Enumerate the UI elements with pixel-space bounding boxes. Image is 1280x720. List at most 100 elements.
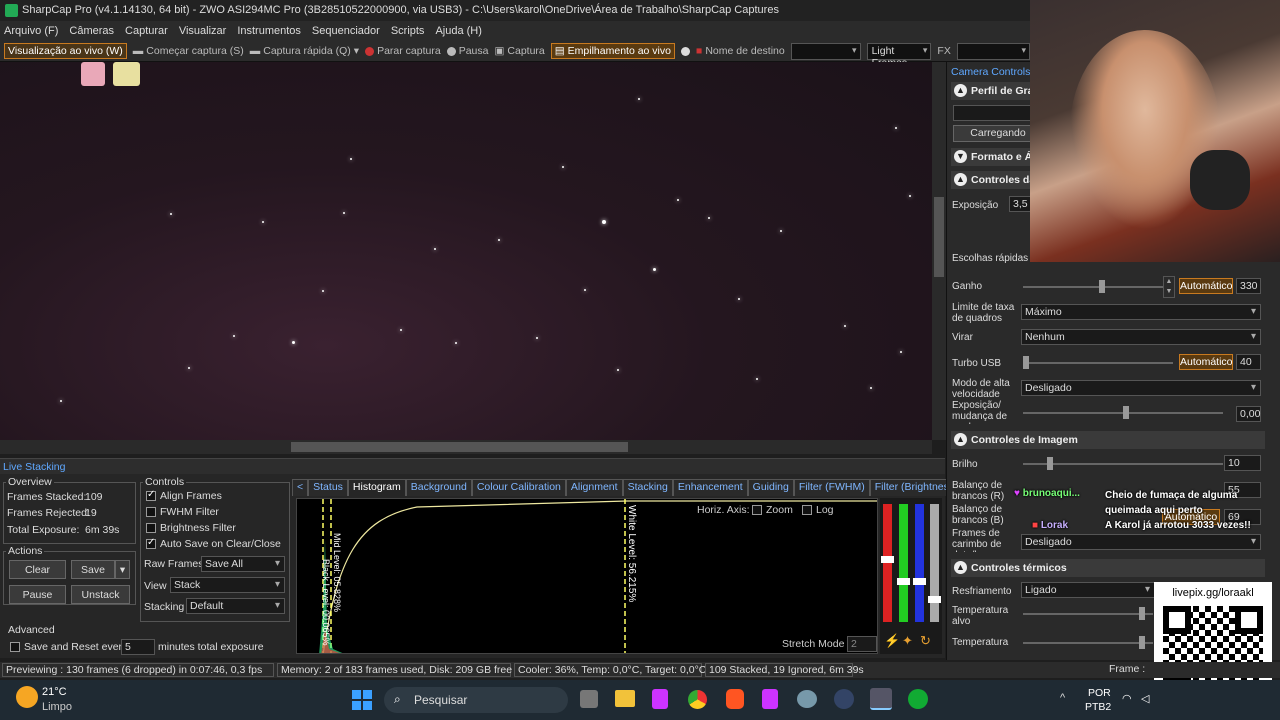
windows-start-icon[interactable] [352, 690, 372, 710]
reset-icon[interactable]: ↻ [920, 633, 931, 649]
histogram-chart[interactable]: Horiz. Axis: Zoom Log White Level: 56.21… [296, 498, 878, 654]
taskbar-search-box[interactable]: ⌕ Pesquisar [384, 687, 568, 713]
menu-sequencer[interactable]: Sequenciador [312, 25, 380, 37]
target-temp-slider[interactable] [1023, 607, 1153, 620]
high-speed-select[interactable]: Desligado [1021, 380, 1261, 396]
flip-select[interactable]: Nenhum [1021, 329, 1261, 345]
gain-value[interactable]: 330 [1236, 278, 1261, 294]
gain-stepper[interactable]: ▲ ▼ [1163, 276, 1175, 298]
save-reset-checkbox[interactable] [10, 642, 20, 653]
red-level-slider[interactable] [883, 504, 892, 622]
brightness-slider-knob[interactable] [1047, 457, 1053, 470]
target-temp-knob[interactable] [1139, 607, 1145, 620]
live-view-button[interactable]: Visualização ao vivo (W) [4, 43, 127, 59]
record-button[interactable] [680, 46, 690, 56]
green-level-slider[interactable] [899, 504, 908, 622]
tab-colour-calibration[interactable]: Colour Calibration [471, 479, 566, 496]
menu-view[interactable]: Visualizar [179, 25, 227, 37]
capture-button[interactable]: ▣ Captura [494, 45, 544, 57]
wifi-icon[interactable]: ◠ [1122, 692, 1132, 705]
stop-capture-button[interactable]: Parar captura [365, 45, 441, 57]
stacking-select[interactable]: Default [186, 598, 285, 614]
save-reset-minutes-input[interactable]: 5 [121, 639, 155, 655]
gain-slider-knob[interactable] [1099, 280, 1105, 293]
tab-enhancement[interactable]: Enhancement [672, 479, 748, 496]
log-checkbox[interactable] [802, 505, 812, 516]
tab-histogram[interactable]: Histogram [347, 479, 406, 496]
red-slider-handle[interactable] [881, 556, 894, 563]
task-view-icon[interactable] [580, 690, 598, 708]
preview-horizontal-scrollbar[interactable] [0, 440, 932, 454]
lightning-icon[interactable]: ⚡ [884, 633, 900, 649]
file-explorer-icon[interactable] [615, 690, 635, 707]
weather-temperature[interactable]: 21°C [42, 686, 67, 698]
menu-file[interactable]: Arquivo (F) [4, 25, 58, 37]
scrollbar-thumb[interactable] [291, 442, 628, 452]
app-icon[interactable] [762, 689, 778, 709]
weather-icon[interactable] [16, 686, 38, 708]
zoom-checkbox[interactable] [752, 505, 762, 516]
camera-preview-image[interactable] [0, 62, 932, 440]
clear-button[interactable]: Clear [9, 560, 66, 579]
chevron-down-icon[interactable]: ▾ [354, 45, 359, 57]
weather-condition[interactable]: Limpo [42, 701, 72, 713]
fx-select[interactable] [956, 42, 1031, 60]
menu-scripts[interactable]: Scripts [391, 25, 425, 37]
tab-filter-fwhm[interactable]: Filter (FWHM) [793, 479, 870, 496]
app-icon[interactable] [797, 690, 817, 708]
keyboard-layout[interactable]: PTB2 [1085, 701, 1111, 713]
tab-background[interactable]: Background [405, 479, 472, 496]
scrollbar-thumb[interactable] [934, 197, 944, 277]
tab-guiding[interactable]: Guiding [747, 479, 794, 496]
target-name-button[interactable]: ■ Nome de destino [696, 45, 785, 57]
timestamp-select[interactable]: Desligado [1021, 534, 1261, 550]
luminance-slider-handle[interactable] [928, 596, 941, 603]
gain-auto-button[interactable]: Automático [1179, 278, 1233, 294]
sharpcap-taskbar-icon[interactable] [870, 688, 892, 710]
menu-capture[interactable]: Capturar [125, 25, 168, 37]
preview-vertical-scrollbar[interactable] [932, 62, 946, 440]
volume-icon[interactable]: ◁ [1141, 692, 1149, 705]
menu-help[interactable]: Ajuda (H) [435, 25, 481, 37]
brightness-value[interactable]: 10 [1224, 455, 1261, 471]
start-capture-button[interactable]: ▬ Começar captura (S) [133, 45, 244, 57]
view-select[interactable]: Stack [170, 577, 285, 593]
tab-alignment[interactable]: Alignment [565, 479, 623, 496]
image-controls-section-header[interactable]: ▲ Controles de Imagem [951, 431, 1265, 449]
save-button[interactable]: Save [71, 560, 115, 579]
gain-slider[interactable] [1023, 280, 1163, 293]
menu-instruments[interactable]: Instrumentos [237, 25, 301, 37]
app-icon[interactable] [652, 689, 668, 709]
stretch-mode-select[interactable]: 2 [847, 636, 877, 652]
pause-button[interactable]: Pausa [446, 45, 488, 57]
usb-turbo-slider[interactable] [1023, 356, 1173, 369]
pause-stack-button[interactable]: Pause [9, 585, 66, 604]
brave-icon[interactable] [726, 689, 744, 709]
auto-save-checkbox[interactable] [146, 537, 156, 550]
app-icon[interactable] [834, 689, 854, 709]
chevron-up-icon[interactable]: ^ [1060, 692, 1065, 704]
usb-turbo-slider-knob[interactable] [1023, 356, 1029, 369]
tab-status[interactable]: Status [308, 479, 348, 496]
chrome-icon[interactable] [688, 690, 707, 709]
frame-rate-select[interactable]: Máximo [1021, 304, 1261, 320]
luminance-level-slider[interactable] [930, 504, 939, 622]
green-slider-handle[interactable] [897, 578, 910, 585]
menu-cameras[interactable]: Câmeras [69, 25, 114, 37]
raw-frames-select[interactable]: Save All [201, 556, 285, 572]
quick-capture-button[interactable]: ▬ Captura rápida (Q) ▾ [250, 45, 359, 57]
exp-gain-change-value[interactable]: 0,00 [1236, 406, 1261, 422]
blue-level-slider[interactable] [915, 504, 924, 622]
live-stack-button[interactable]: ▤ Empilhamento ao vivo [550, 43, 675, 59]
frames-type-select[interactable]: Light Frames [866, 42, 932, 69]
cooling-select[interactable]: Ligado [1021, 582, 1155, 598]
blue-slider-handle[interactable] [913, 578, 926, 585]
align-frames-checkbox[interactable] [146, 489, 156, 502]
exp-gain-change-slider[interactable] [1023, 406, 1223, 419]
usb-turbo-auto-button[interactable]: Automático [1179, 354, 1233, 370]
brightness-filter-checkbox[interactable] [146, 523, 156, 534]
sparkle-icon[interactable]: ✦ [902, 633, 913, 649]
tab-stacking[interactable]: Stacking [622, 479, 673, 496]
fwhm-filter-checkbox[interactable] [146, 507, 156, 518]
usb-turbo-value[interactable]: 40 [1236, 354, 1261, 370]
